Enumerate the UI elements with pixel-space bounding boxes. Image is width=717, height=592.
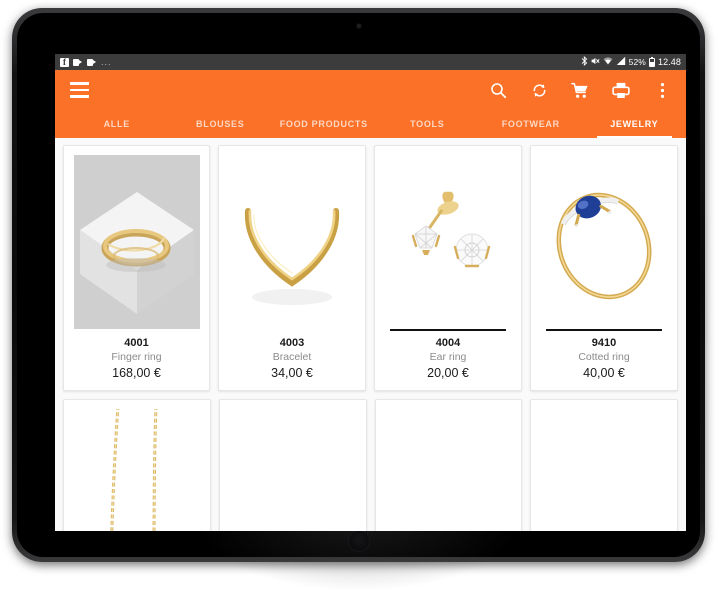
- product-name: Finger ring: [111, 351, 162, 363]
- cell-signal-icon: [616, 56, 626, 68]
- product-info: 4004 Ear ring 20,00 €: [384, 336, 512, 382]
- product-info: 9410 Cotted ring 40,00 €: [540, 336, 668, 382]
- product-sku: 4003: [279, 337, 305, 349]
- product-sku: 4004: [435, 337, 461, 349]
- product-card[interactable]: 4001 Finger ring 168,00 €: [63, 145, 210, 391]
- overflow-button[interactable]: [651, 79, 673, 101]
- product-image-necklace: [73, 409, 201, 531]
- product-image-bracelet: [228, 155, 356, 329]
- sync-button[interactable]: [528, 79, 550, 101]
- notification-overflow-dots: ...: [101, 57, 112, 67]
- battery-percent-label: 52%: [628, 57, 646, 67]
- home-button[interactable]: [347, 530, 370, 552]
- tab-alle[interactable]: ALLE: [65, 110, 169, 138]
- product-name: Ear ring: [429, 351, 467, 363]
- product-info: 4003 Bracelet 34,00 €: [228, 336, 356, 382]
- product-sku: 4001: [124, 337, 149, 349]
- product-sku: 9410: [591, 337, 617, 349]
- menu-bar-2: [70, 88, 89, 92]
- tab-food-products[interactable]: FOOD PRODUCTS: [272, 110, 376, 138]
- search-button[interactable]: [487, 79, 509, 101]
- category-tab-bar: ALLE BLOUSES FOOD PRODUCTS TOOLS FOOTWEA…: [55, 110, 686, 138]
- battery-icon: [648, 56, 655, 67]
- tab-footwear[interactable]: FOOTWEAR: [479, 110, 583, 138]
- tab-tools[interactable]: TOOLS: [376, 110, 480, 138]
- sync-icon: [531, 82, 548, 99]
- volume-mute-icon: [591, 56, 600, 68]
- product-price: 40,00 €: [583, 366, 625, 380]
- product-image-placeholder: [540, 409, 668, 531]
- card-divider: [546, 328, 662, 331]
- print-button[interactable]: [610, 79, 632, 101]
- more-vertical-icon: [660, 82, 665, 99]
- card-divider: [234, 329, 350, 332]
- shopping-cart-icon: [571, 82, 589, 99]
- cart-button[interactable]: [569, 79, 591, 101]
- menu-bar-3: [70, 95, 89, 98]
- front-camera-icon: [356, 24, 361, 28]
- tab-blouses[interactable]: BLOUSES: [169, 110, 273, 138]
- product-price: 34,00 €: [271, 366, 313, 380]
- hamburger-menu-icon[interactable]: [70, 79, 92, 101]
- product-grid: 4001 Finger ring 168,00 € 4003 Bracelet …: [55, 138, 686, 531]
- status-system-icons: 52% 12.48: [581, 56, 681, 68]
- product-price: 168,00 €: [112, 366, 161, 380]
- bluetooth-icon: [581, 56, 588, 68]
- wifi-icon: [603, 56, 613, 68]
- chat-bubble-icon: [87, 58, 97, 67]
- product-info: 4001 Finger ring 168,00 €: [73, 336, 200, 382]
- status-notifications: ...: [60, 56, 112, 68]
- tab-label: ALLE: [103, 119, 130, 129]
- tab-label: FOOTWEAR: [501, 119, 560, 129]
- product-price: 20,00 €: [427, 366, 469, 380]
- tablet-device-frame: ... 52% 12.48: [12, 8, 705, 592]
- card-divider: [79, 329, 194, 332]
- product-name: Bracelet: [272, 351, 312, 363]
- product-name: Cotted ring: [578, 351, 630, 363]
- product-image-ear-ring: [384, 155, 512, 329]
- product-image-finger-ring: [73, 155, 200, 329]
- status-clock: 12.48: [657, 57, 681, 67]
- menu-bar-1: [70, 82, 89, 85]
- product-image-cotted-ring: [540, 155, 668, 329]
- search-icon: [490, 82, 507, 99]
- tab-label: BLOUSES: [196, 119, 245, 129]
- product-card[interactable]: 4004 Ear ring 20,00 €: [374, 145, 522, 391]
- printer-icon: [612, 82, 630, 99]
- chat-bubble-icon: [73, 58, 83, 67]
- product-grid-row: 4001 Finger ring 168,00 € 4003 Bracelet …: [63, 145, 678, 391]
- card-divider: [390, 328, 506, 331]
- product-image-placeholder: [385, 409, 513, 531]
- tab-label: JEWELRY: [610, 119, 659, 129]
- product-card[interactable]: 4003 Bracelet 34,00 €: [218, 145, 366, 391]
- product-card[interactable]: 9410 Cotted ring 40,00 €: [530, 145, 678, 391]
- tab-label: TOOLS: [410, 119, 445, 129]
- android-status-bar: ... 52% 12.48: [55, 54, 686, 70]
- product-card[interactable]: [374, 399, 523, 531]
- product-image-placeholder: [229, 409, 357, 531]
- product-card[interactable]: [530, 399, 678, 531]
- app-bar: [55, 70, 686, 110]
- tablet-screen: ... 52% 12.48: [55, 54, 686, 531]
- product-grid-row: [63, 399, 678, 531]
- app-bar-actions: [487, 79, 673, 101]
- tab-jewelry[interactable]: JEWELRY: [583, 110, 687, 138]
- tab-label: FOOD PRODUCTS: [279, 119, 368, 129]
- product-card[interactable]: [63, 399, 211, 531]
- facebook-icon: [60, 56, 69, 68]
- product-card[interactable]: [218, 399, 367, 531]
